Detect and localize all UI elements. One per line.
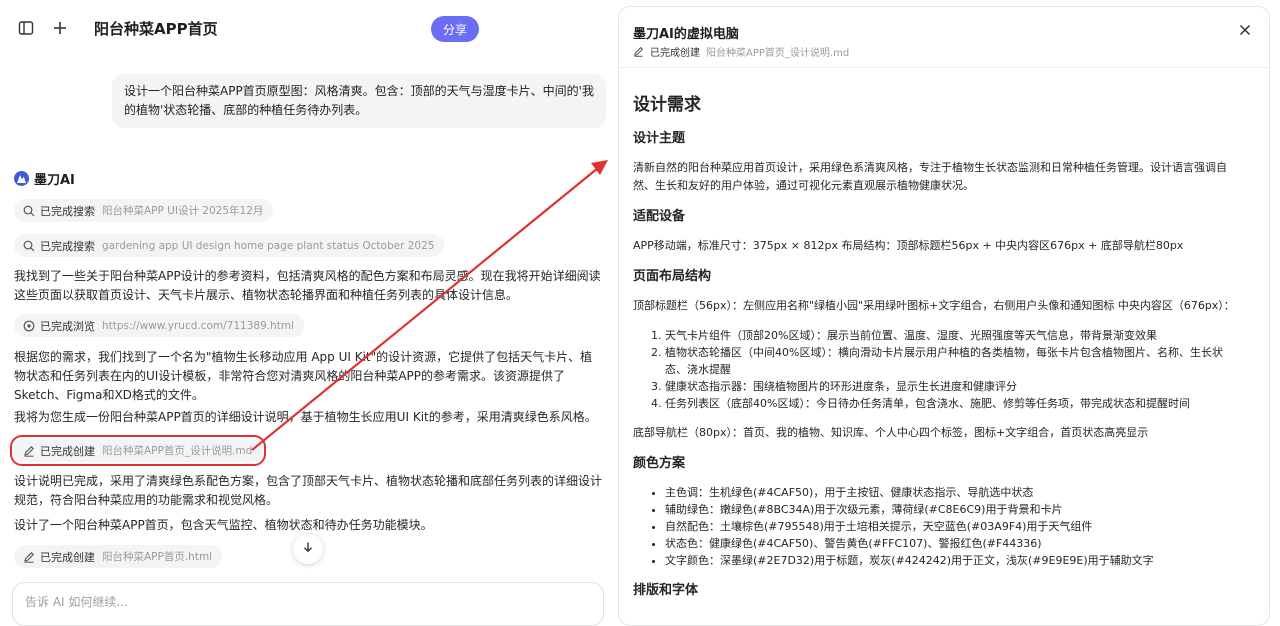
browse-step-chip[interactable]: 已完成浏览 https://www.yrucd.com/711389.html bbox=[14, 314, 305, 337]
share-button[interactable]: 分享 bbox=[431, 16, 479, 42]
panel-title: 墨刀AI的虚拟电脑 bbox=[633, 27, 739, 42]
create-doc-step-chip[interactable]: 已完成创建 阳台种菜APP首页_设计说明.md bbox=[9, 435, 267, 466]
chip-status: 已完成搜索 bbox=[40, 204, 95, 218]
doc-section-heading: 排版和字体 bbox=[633, 583, 699, 598]
create-html-step-chip[interactable]: 已完成创建 阳台种菜APP首页.html bbox=[14, 545, 223, 568]
chip-detail: 阳台种菜APP首页.html bbox=[102, 551, 213, 563]
search-step-chip[interactable]: 已完成搜索 gardening app UI design home page … bbox=[14, 234, 445, 257]
search-icon bbox=[22, 204, 35, 217]
chat-header: 阳台种菜APP首页 分享 bbox=[0, 0, 618, 58]
assistant-paragraph: 设计了一个阳台种菜APP首页，包含天气监控、植物状态和待办任务功能模块。 bbox=[14, 518, 433, 532]
panel-status-line: 已完成创建 阳台种菜APP首页_设计说明.md bbox=[633, 44, 849, 59]
list-item: 自然配色：土壤棕色(#795548)用于土培相关提示，天空蓝色(#03A9F4)… bbox=[665, 518, 1243, 535]
chip-detail: gardening app UI design home page plant … bbox=[102, 239, 435, 252]
panel-status: 已完成创建 bbox=[650, 48, 700, 59]
close-icon[interactable] bbox=[1237, 22, 1253, 38]
list-item: 任务列表区（底部40%区域）：今日待办任务清单，包含浇水、施肥、修剪等任务项，带… bbox=[665, 395, 1243, 412]
panel-file-name: 阳台种菜APP首页_设计说明.md bbox=[706, 48, 850, 59]
list-item: 天气卡片组件（顶部20%区域）：展示当前位置、温度、湿度、光照强度等天气信息，带… bbox=[665, 327, 1243, 344]
color-list: 主色调：生机绿色(#4CAF50)，用于主按钮、健康状态指示、导航选中状态 辅助… bbox=[633, 484, 1243, 569]
edit-icon bbox=[633, 46, 644, 57]
search-icon bbox=[22, 239, 35, 252]
assistant-header: 墨刀AI bbox=[14, 169, 75, 188]
list-item: 主色调：生机绿色(#4CAF50)，用于主按钮、健康状态指示、导航选中状态 bbox=[665, 484, 1243, 501]
assistant-paragraph: 设计说明已完成，采用了清爽绿色系配色方案，包含了顶部天气卡片、植物状态轮播和底部… bbox=[14, 474, 603, 507]
user-message: 设计一个阳台种菜APP首页原型图：风格清爽。包含：顶部的天气与湿度卡片、中间的'… bbox=[112, 74, 606, 128]
new-chat-plus-icon[interactable] bbox=[51, 19, 69, 37]
page-title: 阳台种菜APP首页 bbox=[94, 20, 218, 38]
browse-icon bbox=[22, 319, 35, 332]
search-step-chip[interactable]: 已完成搜索 阳台种菜APP UI设计 2025年12月 bbox=[14, 199, 274, 222]
doc-section-heading: 颜色方案 bbox=[633, 456, 686, 471]
doc-section-heading: 页面布局结构 bbox=[633, 269, 712, 284]
chip-status: 已完成创建 bbox=[40, 550, 95, 564]
assistant-paragraph: 根据您的需求，我们找到了一个名为"植物生长移动应用 App UI Kit"的设计… bbox=[14, 350, 593, 402]
edit-icon bbox=[22, 550, 35, 563]
assistant-paragraph: 我找到了一些关于阳台种菜APP设计的参考资料，包括清爽风格的配色方案和布局灵感。… bbox=[14, 269, 601, 302]
doc-paragraph: 顶部标题栏（56px）：左侧应用名称"绿植小园"采用绿叶图标+文字组合，右侧用户… bbox=[633, 299, 1235, 312]
doc-paragraph: 底部导航栏（80px）：首页、我的植物、知识库、个人中心四个标签，图标+文字组合… bbox=[633, 426, 1149, 439]
panel-divider bbox=[619, 67, 1269, 68]
arrow-down-icon bbox=[302, 541, 314, 557]
virtual-computer-panel: 墨刀AI的虚拟电脑 已完成创建 阳台种菜APP首页_设计说明.md 设计需求 设… bbox=[618, 6, 1270, 626]
list-item: 文字颜色：深墨绿(#2E7D32)用于标题，炭灰(#424242)用于正文，浅灰… bbox=[665, 552, 1243, 569]
chip-detail: 阳台种菜APP UI设计 2025年12月 bbox=[102, 205, 264, 217]
chip-status: 已完成浏览 bbox=[40, 319, 95, 333]
doc-section-heading: 设计主题 bbox=[633, 131, 686, 146]
assistant-paragraph: 我将为您生成一份阳台种菜APP首页的详细设计说明，基于植物生长应用UI Kit的… bbox=[14, 410, 597, 424]
chip-status: 已完成搜索 bbox=[40, 239, 95, 253]
chip-status: 已完成创建 bbox=[40, 444, 95, 458]
chip-detail: https://www.yrucd.com/711389.html bbox=[102, 319, 295, 332]
chat-input[interactable]: 告诉 AI 如何继续... bbox=[12, 582, 604, 626]
list-item: 健康状态指示器：围绕植物图片的环形进度条，显示生长进度和健康评分 bbox=[665, 378, 1243, 395]
list-item: 植物状态轮播区（中间40%区域）：横向滑动卡片展示用户种植的各类植物，每张卡片包… bbox=[665, 344, 1243, 378]
scroll-down-button[interactable] bbox=[293, 534, 323, 564]
doc-paragraph: APP移动端，标准尺寸：375px × 812px 布局结构：顶部标题栏56px… bbox=[633, 239, 1184, 252]
modao-logo-icon bbox=[14, 171, 29, 186]
list-item: 辅助绿色：嫩绿色(#8BC34A)用于次级元素，薄荷绿(#C8E6C9)用于背景… bbox=[665, 501, 1243, 518]
doc-heading: 设计需求 bbox=[633, 95, 701, 115]
markdown-document: 设计需求 设计主题 清新自然的阳台种菜应用首页设计，采用绿色系清爽风格，专注于植… bbox=[633, 93, 1243, 611]
chat-panel: 阳台种菜APP首页 分享 设计一个阳台种菜APP首页原型图：风格清爽。包含：顶部… bbox=[0, 0, 618, 626]
assistant-name: 墨刀AI bbox=[34, 173, 75, 188]
layout-list: 天气卡片组件（顶部20%区域）：展示当前位置、温度、湿度、光照强度等天气信息，带… bbox=[633, 327, 1243, 412]
chip-detail: 阳台种菜APP首页_设计说明.md bbox=[102, 445, 253, 457]
edit-icon bbox=[22, 444, 35, 457]
list-item: 状态色：健康绿色(#4CAF50)、警告黄色(#FFC107)、警报红色(#F4… bbox=[665, 535, 1243, 552]
doc-section-heading: 适配设备 bbox=[633, 209, 686, 224]
doc-paragraph: 清新自然的阳台种菜应用首页设计，采用绿色系清爽风格，专注于植物生长状态监测和日常… bbox=[633, 161, 1227, 192]
sidebar-toggle-icon[interactable] bbox=[17, 19, 35, 37]
